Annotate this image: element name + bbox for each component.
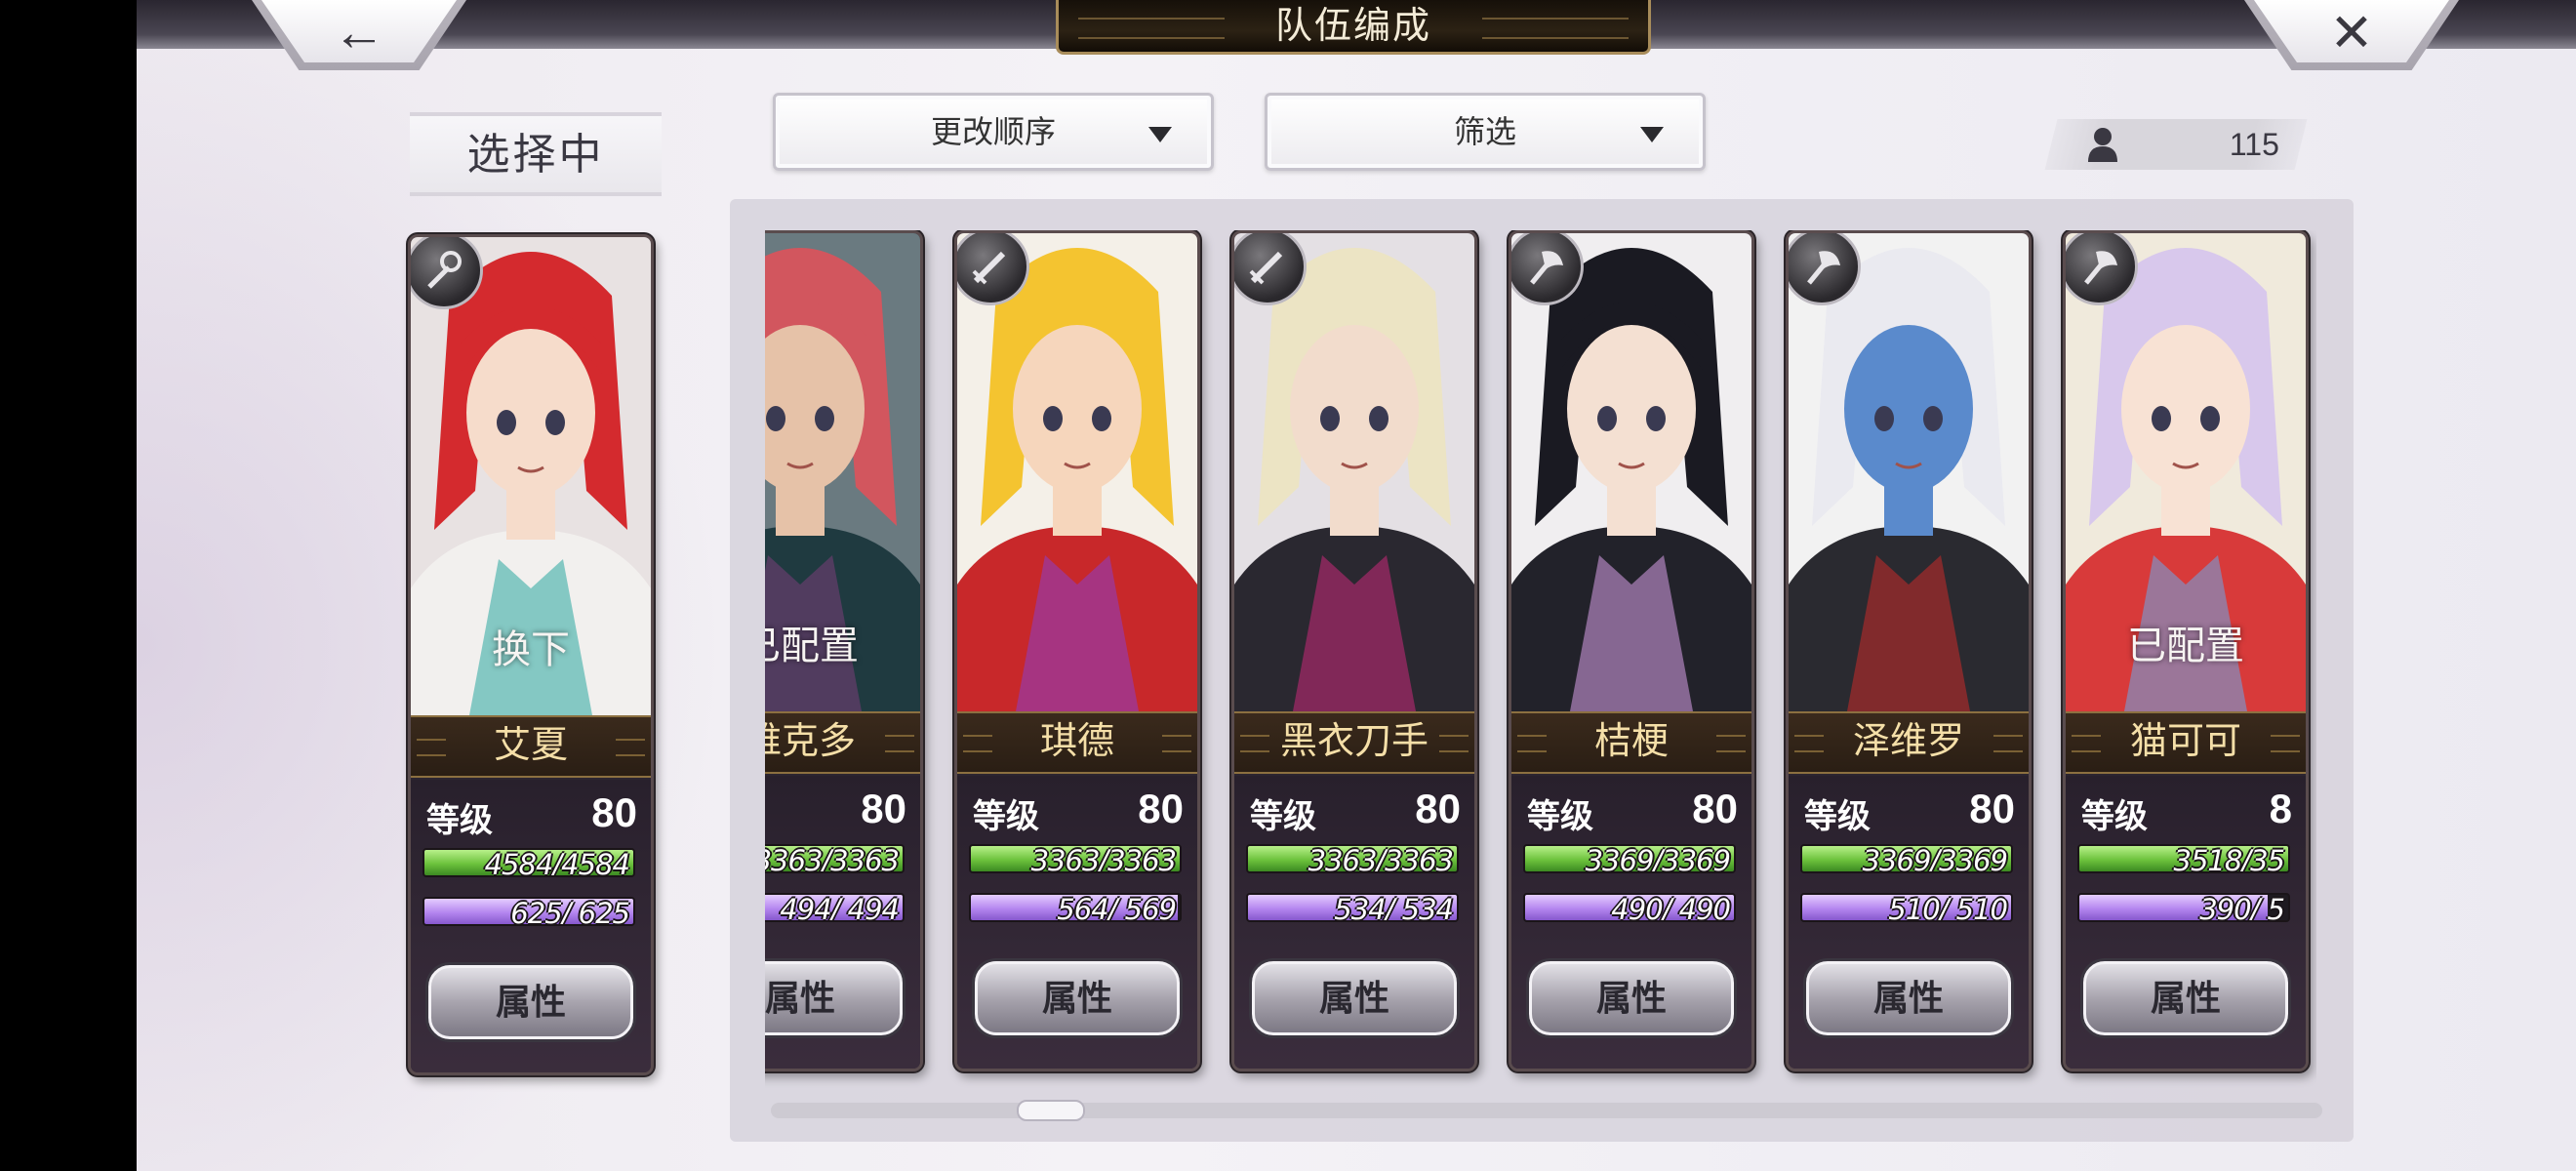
mp-bar: 390/ 5 — [2077, 893, 2290, 922]
character-name: 维克多 — [765, 711, 920, 774]
team-formation-screen: ← 队伍编成 ✕ 选择中 更改顺序 筛选 115 换下 艾夏 等级 80 458… — [137, 0, 2576, 1171]
level-label: 等级 — [1804, 798, 1871, 835]
roster-card[interactable]: 黑衣刀手 等级 80 3363/3363 534/ 534 属性 — [1231, 230, 1477, 1071]
level-value: 80 — [1692, 786, 1738, 831]
level-row: 等级 80 — [765, 786, 906, 834]
level-value: 80 — [591, 789, 637, 835]
character-stats: 等级 80 3363/3363 494/ 494 属性 — [765, 776, 920, 1069]
level-value: 8 — [2269, 786, 2292, 831]
hp-bar: 3518/35 — [2077, 844, 2290, 873]
hp-bar: 3363/3363 — [969, 844, 1182, 873]
roster-card[interactable]: 泽维罗 等级 80 3369/3369 510/ 510 属性 — [1786, 230, 2032, 1071]
hp-text: 3369/3369 — [1585, 844, 1731, 873]
mp-text: 564/ 569 — [1057, 893, 1177, 922]
character-name: 黑衣刀手 — [1234, 711, 1474, 774]
mp-text: 494/ 494 — [780, 893, 900, 922]
unit-count-box: 115 — [2044, 119, 2308, 170]
filter-label: 筛选 — [1453, 114, 1516, 149]
mp-text: 625/ 625 — [510, 897, 630, 926]
selected-character-card[interactable]: 换下 艾夏 等级 80 4584/4584 625/ 625 属性 — [408, 234, 654, 1075]
mp-bar: 494/ 494 — [765, 893, 905, 922]
roster-card[interactable]: 已配置 维克多 等级 80 3363/3363 494/ 494 属性 — [765, 230, 923, 1071]
character-name: 桔梗 — [1511, 711, 1751, 774]
hp-bar: 3363/3363 — [1246, 844, 1459, 873]
hp-text: 3518/35 — [2173, 844, 2285, 873]
selected-character-slot: 换下 艾夏 等级 80 4584/4584 625/ 625 属性 — [408, 234, 664, 1083]
attributes-button[interactable]: 属性 — [428, 965, 633, 1039]
attributes-button[interactable]: 属性 — [975, 961, 1180, 1035]
mp-text: 390/ 5 — [2199, 893, 2285, 922]
level-label: 等级 — [1250, 798, 1316, 835]
roster-list[interactable]: 已配置 维克多 等级 80 3363/3363 494/ 494 属性 琪德 等… — [765, 230, 2316, 1089]
mp-text: 510/ 510 — [1888, 893, 2008, 922]
selecting-label: 选择中 — [410, 112, 662, 196]
back-arrow-icon: ← — [333, 3, 385, 61]
mp-text: 534/ 534 — [1334, 893, 1454, 922]
character-stats: 等级 80 3363/3363 534/ 534 属性 — [1234, 776, 1474, 1069]
level-row: 等级 80 — [1804, 786, 2015, 835]
roster-scrollbar-track[interactable] — [771, 1103, 2322, 1118]
level-value: 80 — [1969, 786, 2015, 831]
roster-card[interactable]: 琪德 等级 80 3363/3363 564/ 569 属性 — [954, 230, 1200, 1071]
level-value: 80 — [861, 786, 906, 831]
level-row: 等级 8 — [2081, 786, 2292, 835]
character-name: 猫可可 — [2066, 711, 2306, 774]
sort-order-label: 更改顺序 — [930, 114, 1056, 149]
back-button[interactable]: ← — [252, 0, 466, 70]
attributes-button[interactable]: 属性 — [1806, 961, 2011, 1035]
mp-bar: 564/ 569 — [969, 893, 1182, 922]
level-label: 等级 — [2081, 798, 2148, 835]
mp-bar: 490/ 490 — [1523, 893, 1736, 922]
deploy-status: 换下 — [492, 628, 570, 671]
mp-bar: 510/ 510 — [1800, 893, 2013, 922]
character-name: 泽维罗 — [1789, 711, 2029, 774]
level-label: 等级 — [1527, 798, 1593, 835]
hp-text: 3369/3369 — [1862, 844, 2008, 873]
hp-bar: 3369/3369 — [1523, 844, 1736, 873]
hp-text: 3363/3363 — [1308, 844, 1454, 873]
level-value: 80 — [1415, 786, 1461, 831]
attributes-button[interactable]: 属性 — [1252, 961, 1457, 1035]
level-label: 等级 — [426, 802, 493, 839]
mp-bar: 625/ 625 — [423, 897, 635, 926]
character-stats: 等级 8 3518/35 390/ 5 属性 — [2066, 776, 2306, 1069]
character-stats: 等级 80 4584/4584 625/ 625 属性 — [411, 780, 651, 1072]
attributes-button[interactable]: 属性 — [1529, 961, 1734, 1035]
character-name: 艾夏 — [411, 715, 651, 778]
attributes-button[interactable]: 属性 — [765, 961, 903, 1035]
page-title: 队伍编成 — [1056, 0, 1651, 55]
deploy-status: 已配置 — [2127, 625, 2244, 667]
hp-bar: 3369/3369 — [1800, 844, 2013, 873]
level-row: 等级 80 — [1250, 786, 1461, 835]
roster-card[interactable]: 桔梗 等级 80 3369/3369 490/ 490 属性 — [1509, 230, 1754, 1071]
mp-text: 490/ 490 — [1611, 893, 1731, 922]
level-label: 等级 — [973, 798, 1039, 835]
level-row: 等级 80 — [1527, 786, 1738, 835]
character-stats: 等级 80 3369/3369 510/ 510 属性 — [1789, 776, 2029, 1069]
sort-order-dropdown[interactable]: 更改顺序 — [773, 93, 1214, 171]
hp-bar: 3363/3363 — [765, 844, 905, 873]
attributes-button[interactable]: 属性 — [2083, 961, 2288, 1035]
unit-count: 115 — [2229, 127, 2279, 162]
hp-bar: 4584/4584 — [423, 848, 635, 877]
hp-text: 3363/3363 — [1030, 844, 1177, 873]
level-row: 等级 80 — [973, 786, 1184, 835]
person-icon — [2088, 128, 2117, 162]
level-row: 等级 80 — [426, 789, 637, 839]
chevron-down-icon — [1640, 127, 1664, 142]
roster-card[interactable]: 已配置 猫可可 等级 8 3518/35 390/ 5 属性 — [2063, 230, 2309, 1071]
level-value: 80 — [1138, 786, 1184, 831]
deploy-status: 已配置 — [765, 625, 859, 667]
close-icon: ✕ — [2329, 3, 2374, 62]
hp-text: 4584/4584 — [484, 848, 630, 877]
filter-dropdown[interactable]: 筛选 — [1265, 93, 1706, 171]
character-name: 琪德 — [957, 711, 1197, 774]
chevron-down-icon — [1148, 127, 1172, 142]
close-button[interactable]: ✕ — [2244, 0, 2459, 70]
hp-text: 3363/3363 — [765, 844, 900, 873]
mp-bar: 534/ 534 — [1246, 893, 1459, 922]
character-stats: 等级 80 3369/3369 490/ 490 属性 — [1511, 776, 1751, 1069]
roster-scrollbar-thumb[interactable] — [1017, 1100, 1085, 1121]
character-stats: 等级 80 3363/3363 564/ 569 属性 — [957, 776, 1197, 1069]
